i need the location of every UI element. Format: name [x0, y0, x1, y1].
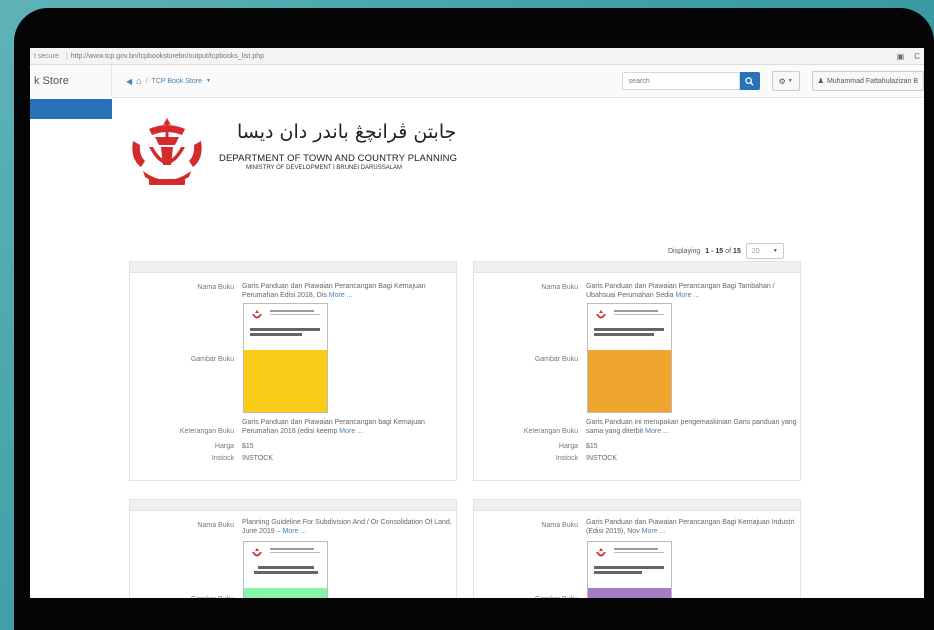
- book-card: Nama Buku Garis Panduan dan Piawaian Per…: [129, 261, 457, 481]
- chevron-down-icon: ▼: [772, 248, 778, 254]
- book-price: $15: [586, 443, 598, 450]
- home-icon[interactable]: ⌂: [136, 76, 141, 86]
- caret-down-icon[interactable]: ▼: [206, 78, 211, 84]
- displaying-label: Displaying: [668, 247, 701, 255]
- gambar-label: Gambar Buku: [190, 356, 234, 363]
- book-title: Garis Panduan dan Piawaian Perancangan B…: [586, 282, 798, 300]
- book-description-text: Garis Panduan dan Piawaian Perancangan b…: [242, 419, 425, 435]
- department-name: DEPARTMENT OF TOWN AND COUNTRY PLANNING: [219, 153, 458, 164]
- book-title-text: Planning Guideline For Subdivision And /…: [242, 519, 452, 535]
- cover-crest-icon: [596, 310, 606, 319]
- book-title-more-link[interactable]: More ...: [283, 528, 307, 535]
- per-page-value: 20: [751, 247, 760, 255]
- breadcrumb-store-link[interactable]: TCP Book Store: [152, 78, 202, 85]
- search-icon: [745, 76, 754, 86]
- breadcrumb: ◀ ⌂ / TCP Book Store ▼: [126, 76, 211, 86]
- ministry-name: MINISTRY OF DEVELOPMENT I BRUNEI DARUSSA…: [246, 165, 403, 171]
- extension-icon-2[interactable]: C: [914, 52, 920, 61]
- book-title-more-link[interactable]: More ...: [329, 292, 353, 299]
- book-cover-image[interactable]: [587, 541, 672, 598]
- book-description: Garis Panduan ini merupakan pengemaskini…: [586, 418, 798, 436]
- card-header: [474, 500, 800, 511]
- user-menu-button[interactable]: ♟ Muhammad Fattahulazizan B: [811, 71, 924, 91]
- settings-button[interactable]: ⚙ ▼: [771, 71, 800, 91]
- jawi-title: جابتن ڤرانچڠ باندر دان ديسا: [237, 121, 457, 143]
- nama-label: Nama Buku: [197, 284, 234, 291]
- pagination-info: Displaying 1 - 15 of 15 20 ▼: [668, 243, 784, 259]
- card-header: [130, 500, 456, 511]
- book-title: Garis Panduan dan Piawaian Perancangan B…: [242, 282, 452, 300]
- security-status: t secure: [34, 52, 59, 60]
- book-stock-status: INSTOCK: [242, 455, 273, 462]
- app-navbar: k Store ◀ ⌂ / TCP Book Store ▼ ⚙ ▼ ♟ Muh…: [30, 65, 924, 98]
- nama-label: Nama Buku: [541, 522, 578, 529]
- nama-label: Nama Buku: [541, 284, 578, 291]
- department-header: جابتن ڤرانچڠ باندر دان ديسا DEPARTMENT O…: [127, 115, 467, 190]
- user-icon: ♟: [817, 78, 824, 85]
- sidebar: [30, 97, 112, 598]
- instock-label: Instock: [555, 455, 578, 462]
- displaying-total: 15: [733, 247, 741, 255]
- keterangan-label: Keterangan Buku: [523, 428, 578, 435]
- displaying-range: 1 - 15: [705, 247, 724, 255]
- book-description-more-link[interactable]: More ...: [339, 428, 363, 435]
- card-header: [474, 262, 800, 273]
- cover-color-block: [244, 350, 327, 412]
- gambar-label: Gambar Buku: [534, 356, 578, 363]
- harga-label: Harga: [558, 443, 578, 450]
- gambar-label: Gambar Buku: [191, 596, 234, 598]
- sidebar-item-active[interactable]: [30, 99, 112, 119]
- cover-crest-icon: [596, 548, 606, 557]
- gear-icon: ⚙: [778, 76, 786, 86]
- main-content: جابتن ڤرانچڠ باندر دان ديسا DEPARTMENT O…: [112, 97, 924, 598]
- per-page-select[interactable]: 20 ▼: [745, 243, 784, 259]
- book-cover-image[interactable]: [243, 303, 328, 413]
- caret-down-icon-settings: ▼: [787, 78, 793, 84]
- keterangan-label: Keterangan Buku: [179, 428, 234, 435]
- book-card: Nama Buku Planning Guideline For Subdivi…: [129, 499, 457, 598]
- browser-screen: t secure | http://www.tcp.gov.bn/tcpbook…: [30, 48, 924, 598]
- book-title-more-link[interactable]: More ...: [676, 292, 700, 299]
- cover-crest-icon: [252, 548, 262, 557]
- address-separator: |: [65, 52, 68, 60]
- cover-color-block: [588, 350, 671, 412]
- cover-color-block: [588, 588, 671, 598]
- of-label: of: [725, 247, 732, 255]
- book-title-text: Garis Panduan dan Piawaian Perancangan B…: [586, 519, 795, 535]
- card-header: [130, 262, 456, 273]
- brand-title[interactable]: k Store: [30, 65, 112, 97]
- back-arrow-icon[interactable]: ◀: [126, 77, 132, 86]
- search-button[interactable]: [739, 72, 760, 90]
- nama-label: Nama Buku: [197, 522, 234, 529]
- book-cover-image[interactable]: [243, 541, 328, 598]
- address-bar[interactable]: t secure | http://www.tcp.gov.bn/tcpbook…: [30, 48, 924, 65]
- book-card: Nama Buku Garis Panduan dan Piawaian Per…: [473, 261, 801, 481]
- instock-label: Instock: [211, 455, 234, 462]
- cover-color-block: [244, 588, 327, 598]
- book-title-more-link[interactable]: More ...: [642, 528, 666, 535]
- book-title: Garis Panduan dan Piawaian Perancangan B…: [586, 518, 798, 536]
- book-description-text: Garis Panduan ini merupakan pengemaskini…: [586, 419, 797, 435]
- browser-extensions: ▣ C: [897, 52, 920, 61]
- user-name: Muhammad Fattahulazizan B: [826, 77, 918, 85]
- gambar-label: Gambar Buku: [535, 596, 578, 598]
- breadcrumb-separator: /: [145, 77, 148, 85]
- cover-crest-icon: [252, 310, 262, 319]
- book-cover-image[interactable]: [587, 303, 672, 413]
- book-description: Garis Panduan dan Piawaian Perancangan b…: [242, 418, 452, 436]
- book-price: $15: [242, 443, 254, 450]
- brunei-crest-logo: [132, 118, 202, 185]
- url-text[interactable]: http://www.tcp.gov.bn/tcpbookstorebn/out…: [71, 53, 264, 60]
- extension-icon[interactable]: ▣: [897, 52, 905, 61]
- search-input[interactable]: [621, 72, 740, 90]
- book-stock-status: INSTOCK: [586, 455, 617, 462]
- book-title: Planning Guideline For Subdivision And /…: [242, 518, 454, 536]
- book-description-more-link[interactable]: More ...: [645, 428, 669, 435]
- search-group: [621, 72, 760, 90]
- harga-label: Harga: [214, 443, 234, 450]
- book-card: Nama Buku Garis Panduan dan Piawaian Per…: [473, 499, 801, 598]
